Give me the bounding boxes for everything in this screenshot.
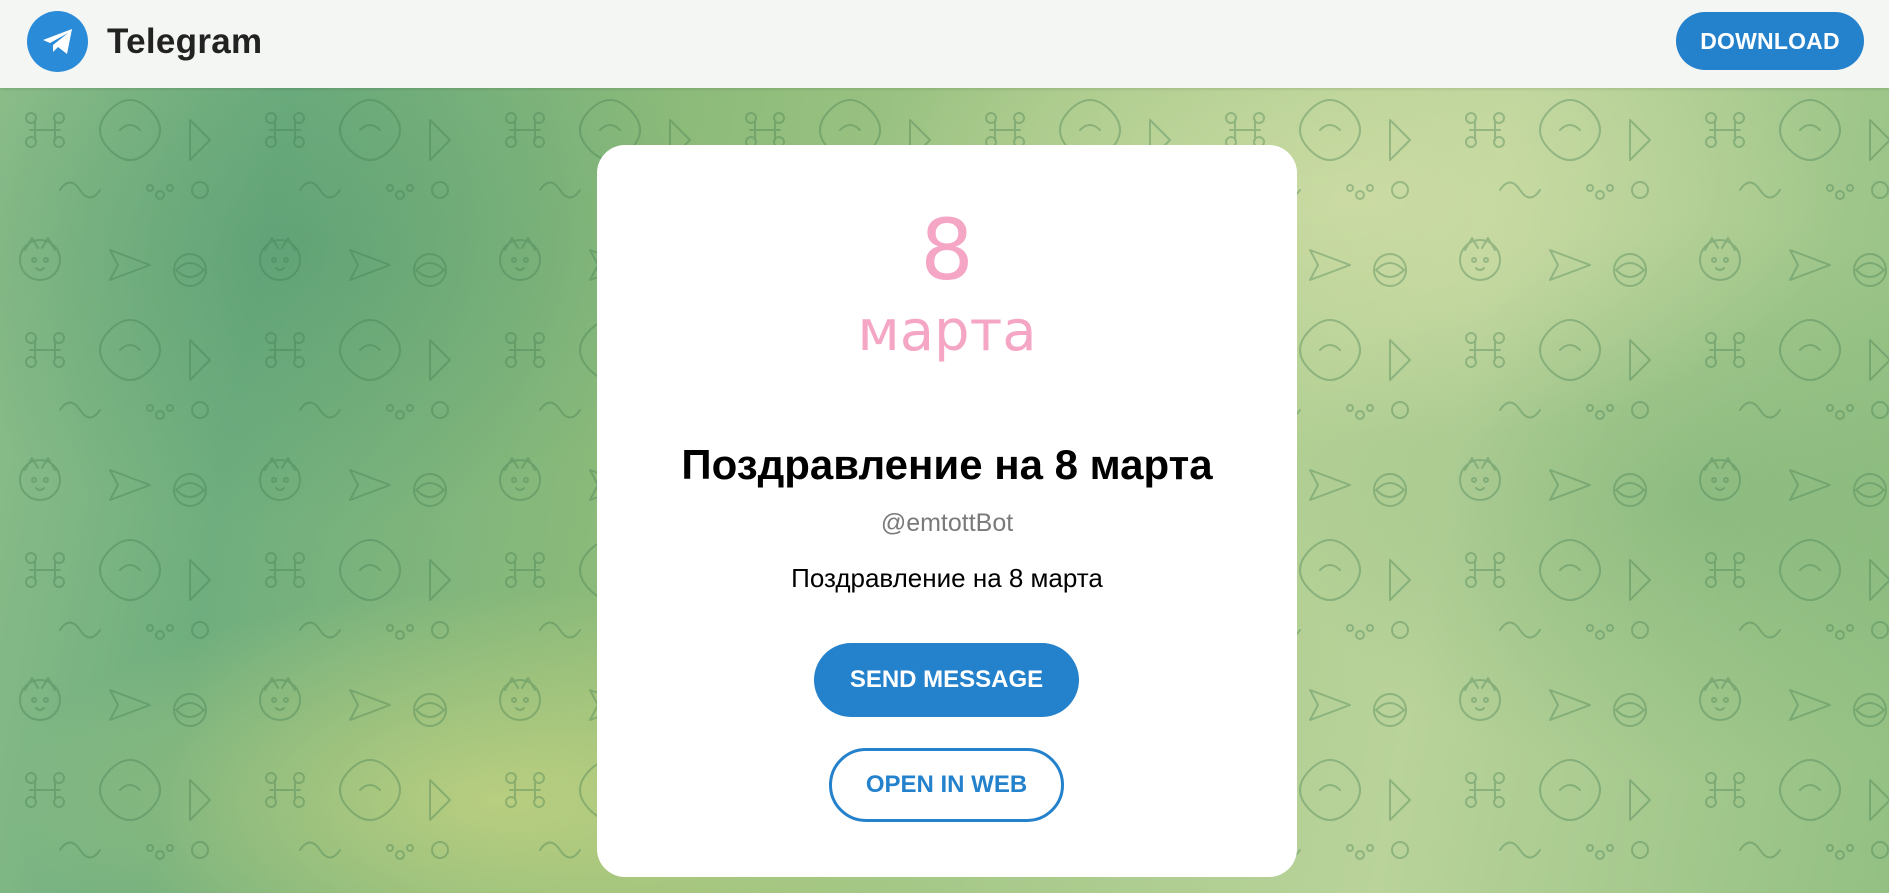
send-message-button[interactable]: SEND MESSAGE (814, 643, 1079, 717)
open-in-web-button[interactable]: OPEN IN WEB (829, 748, 1064, 822)
brand-name: Telegram (107, 21, 263, 61)
page: Telegram DOWNLOAD 8 марта Поздравление н… (0, 0, 1889, 893)
download-button[interactable]: DOWNLOAD (1676, 12, 1864, 70)
bot-username: @emtottBot (880, 509, 1014, 537)
bot-avatar: 8 марта (827, 205, 1067, 405)
avatar-number: 8 (920, 201, 974, 299)
paper-plane-icon (27, 11, 88, 72)
telegram-logo-link[interactable]: Telegram (27, 11, 262, 72)
bot-description: Поздравление на 8 марта (791, 563, 1103, 593)
avatar-word: марта (857, 299, 1037, 364)
site-header: Telegram DOWNLOAD (0, 0, 1889, 88)
bot-title: Поздравление на 8 марта (681, 441, 1213, 488)
bot-profile-card: 8 марта Поздравление на 8 марта @emtottB… (597, 145, 1297, 877)
